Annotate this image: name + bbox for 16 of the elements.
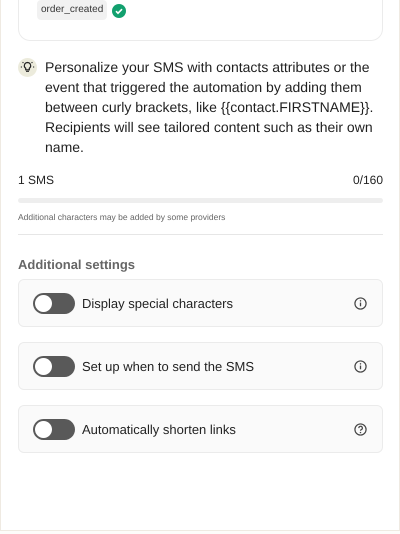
section-title: Additional settings bbox=[18, 257, 136, 272]
setting-label: Display special characters bbox=[82, 296, 234, 310]
provider-note: Additional characters may be added by some providers bbox=[18, 212, 226, 222]
setting-label: Set up when to send the SMS bbox=[82, 358, 255, 374]
sms-count: 1 SMS bbox=[18, 173, 54, 187]
info-icon[interactable] bbox=[354, 296, 367, 310]
setting-label: Automatically shorten links bbox=[82, 422, 237, 436]
info-icon[interactable] bbox=[354, 360, 367, 372]
tip-text: Personalize your SMS with contacts attributes or the event that triggered the automation by adding them between curly brackets, like {{contact.FIRSTNAME}}. Recipients will see tailored content such as their own name. bbox=[45, 58, 374, 157]
toggle-switch[interactable] bbox=[33, 356, 75, 376]
help-icon[interactable] bbox=[354, 422, 367, 436]
toggle-switch[interactable] bbox=[33, 292, 75, 314]
character-count: 0/160 bbox=[352, 173, 383, 187]
toggle-switch[interactable] bbox=[33, 418, 75, 440]
lightbulb-icon bbox=[18, 58, 37, 77]
event-tag: order_created bbox=[37, 0, 108, 20]
